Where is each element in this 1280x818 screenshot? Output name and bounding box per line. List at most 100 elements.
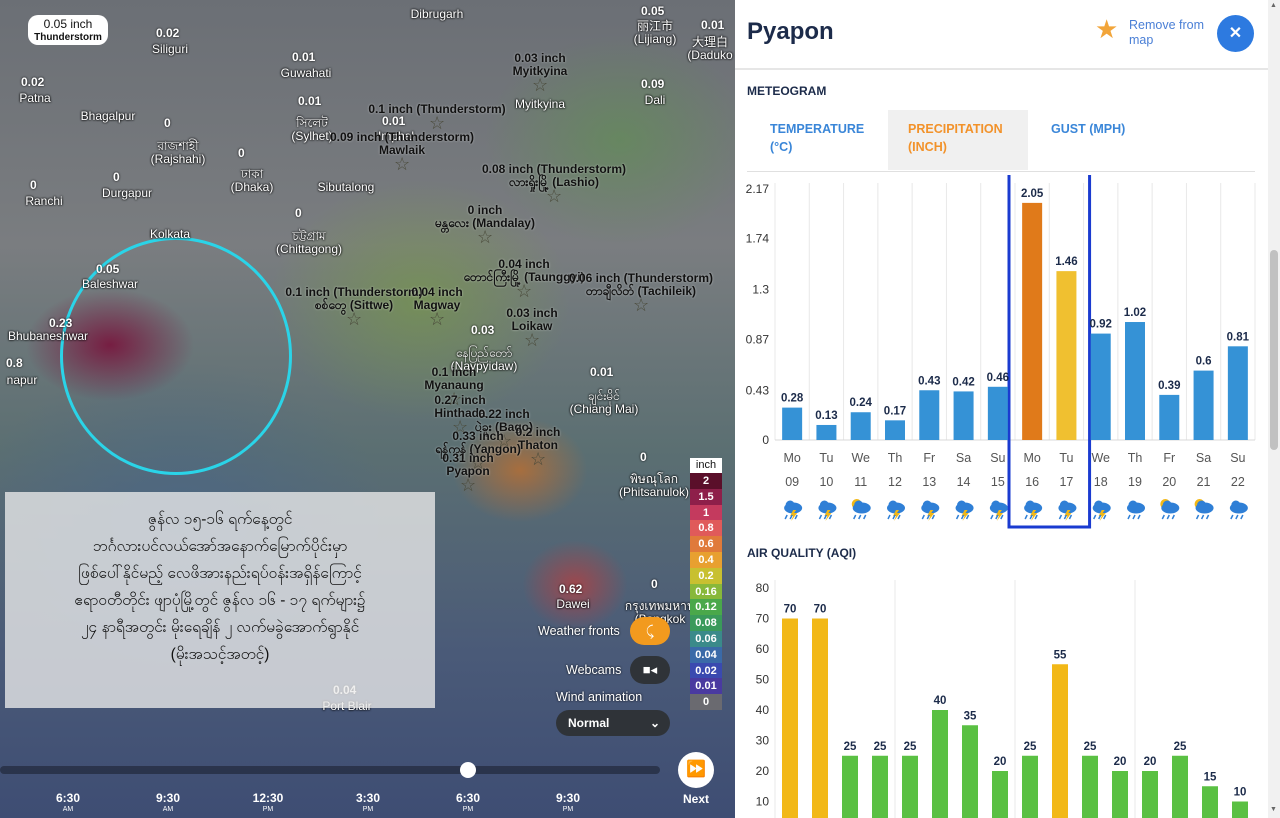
close-button[interactable]: ✕ (1217, 15, 1254, 52)
location-star-icon[interactable]: ☆ (460, 476, 476, 494)
day-label: Mo (783, 451, 800, 465)
location-star-icon[interactable]: ☆ (516, 282, 532, 300)
y-tick-label: 1.3 (752, 283, 769, 297)
timeline-tick[interactable]: 12:30 PM (248, 792, 288, 816)
fast-forward-icon: ⏩ (686, 761, 706, 778)
map-place-label: พิษณุโลก (Phitsanulok) (618, 472, 690, 499)
tick-time: 9:30 (555, 791, 581, 805)
y-tick-label: 0.43 (746, 383, 770, 397)
map-place-label: Bhagalpur (80, 109, 136, 123)
current-weather-tag: 0.05 inch Thunderstorm (28, 15, 108, 45)
cloud-rain-icon (1127, 500, 1145, 520)
location-star-icon[interactable]: ☆ (394, 155, 410, 173)
bar-value-label: 20 (1144, 756, 1157, 768)
header-divider (735, 68, 1268, 70)
map-value-label: 0 (651, 577, 658, 591)
map-value-label: 0.23 (49, 316, 73, 330)
tick-ampm: AM (62, 806, 74, 813)
scroll-down-icon[interactable]: ▼ (1270, 806, 1277, 813)
webcams-label: Webcams (566, 663, 622, 677)
date-label: 09 (785, 475, 799, 489)
tick-time: 3:30 (355, 791, 381, 805)
precip-bar (1056, 271, 1077, 440)
star-icon[interactable]: ★ (1095, 14, 1118, 45)
y-tick-label: 30 (756, 734, 770, 748)
location-star-icon[interactable]: ☆ (532, 76, 548, 94)
air-quality-heading: AIR QUALITY (AQI) (747, 546, 857, 560)
bar-value-label: 1.02 (1124, 307, 1146, 319)
bar-value-label: 70 (814, 604, 827, 616)
bar-value-label: 55 (1054, 649, 1067, 661)
thunder-rain-icon (1058, 500, 1077, 521)
map-value-label: 0.01 (298, 94, 322, 108)
meteogram-heading: METEOGRAM (747, 84, 827, 98)
legend-item: 0.06 (690, 630, 722, 647)
legend-item: 0.16 (690, 583, 722, 600)
thunder-rain-icon (989, 500, 1008, 521)
precip-bar (885, 420, 905, 440)
chevron-down-icon: ⌄ (649, 716, 660, 730)
legend-item: 0.02 (690, 662, 722, 679)
timeline-tick[interactable]: 6:30 PM (448, 792, 488, 816)
location-star-icon[interactable]: ☆ (346, 310, 362, 328)
map-place-label: Bhubaneshwar (7, 329, 89, 343)
y-tick-label: 0.87 (746, 332, 770, 346)
timeline-track[interactable] (0, 766, 660, 774)
timeline-thumb[interactable] (460, 762, 476, 778)
day-label: Sa (1196, 451, 1211, 465)
precip-bar (1090, 333, 1111, 440)
location-star-icon[interactable]: ☆ (633, 296, 649, 314)
location-star-icon[interactable]: ☆ (546, 187, 562, 205)
location-star-icon[interactable]: ☆ (524, 331, 540, 349)
close-icon: ✕ (1228, 25, 1243, 42)
map-value-label: 0 (640, 450, 647, 464)
tick-time: 12:30 (252, 791, 284, 805)
day-label: Su (990, 451, 1005, 465)
map-value-label: 0 (295, 206, 302, 220)
tab-gust[interactable]: GUST (MPH) (1031, 110, 1151, 170)
tick-time: 6:30 (55, 791, 81, 805)
day-label: Th (888, 451, 903, 465)
tick-ampm: PM (562, 806, 574, 813)
tab-precipitation[interactable]: PRECIPITATION (INCH) (888, 110, 1028, 170)
location-star-icon[interactable]: ☆ (429, 310, 445, 328)
legend-item: 1 (690, 504, 722, 521)
tick-ampm: AM (162, 806, 174, 813)
location-panel: Pyapon ★ Remove from map ✕ METEOGRAM TEM… (735, 0, 1268, 818)
y-tick-label: 20 (756, 764, 770, 778)
webcams-button[interactable]: ■◂ (630, 656, 670, 684)
location-star-icon[interactable]: ☆ (530, 450, 546, 468)
thunder-rain-icon (1024, 500, 1043, 521)
bar-value-label: 0.92 (1090, 319, 1112, 331)
precip-bar (987, 386, 1008, 440)
timeline-tick[interactable]: 9:30 AM (148, 792, 188, 816)
aqi-bar (932, 710, 948, 818)
wind-animation-select[interactable]: Normal ⌄ (556, 710, 670, 736)
remove-from-map-link[interactable]: Remove from map (1129, 18, 1209, 48)
map-value-label: 0.05 (96, 262, 120, 276)
location-star-icon[interactable]: ☆ (477, 228, 493, 246)
bar-value-label: 0.24 (850, 397, 873, 409)
weather-fronts-toggle[interactable]: ⤹ (630, 617, 670, 645)
legend-item: 0 (690, 694, 722, 710)
day-label: We (1091, 451, 1110, 465)
air-quality-chart: 10 20 30 40 50 60 70 80 70 70 25 25 25 40 35 20 25 55 25 20… (756, 580, 1248, 818)
scroll-up-icon[interactable]: ▲ (1270, 2, 1277, 9)
timeline-tick[interactable]: 3:30 PM (348, 792, 388, 816)
date-label: 12 (888, 475, 902, 489)
map-value-label: 0.01 (590, 365, 614, 379)
y-tick-label: 10 (756, 795, 770, 809)
bar-value-label: 25 (874, 741, 887, 753)
next-button[interactable]: ⏩ (678, 752, 714, 788)
scrollbar-thumb[interactable] (1270, 250, 1278, 450)
legend-unit: inch (690, 458, 722, 473)
timeline-tick[interactable]: 9:30 PM (548, 792, 588, 816)
tick-time: 6:30 (455, 791, 481, 805)
weather-map[interactable]: 0.05 inch Thunderstorm Dibrugarh 丽江市 (Liji… (0, 0, 735, 818)
bar-value-label: 1.46 (1055, 256, 1077, 268)
map-value-label: 0.8 (6, 356, 23, 370)
precip-bar (850, 412, 871, 440)
tab-temperature[interactable]: TEMPERATURE (°C) (750, 110, 888, 170)
overlay-line: ဇွန်လ ၁၅-၁၆ ရက်နေ့တွင် (147, 511, 293, 528)
timeline-tick[interactable]: 6:30 AM (48, 792, 88, 816)
